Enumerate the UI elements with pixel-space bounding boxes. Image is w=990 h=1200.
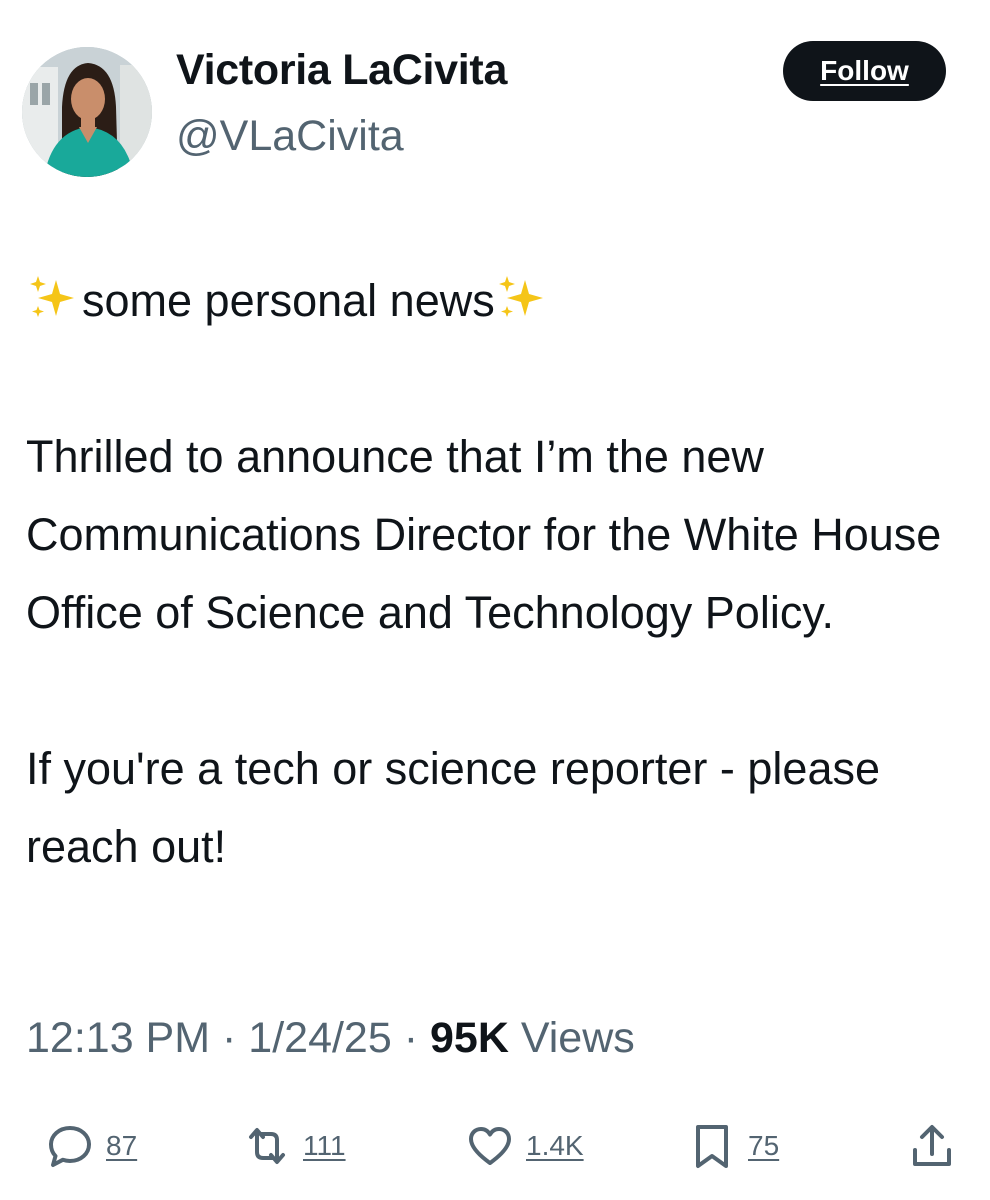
display-name[interactable]: Victoria LaCivita [176, 46, 507, 95]
tweet-headline: some personal news [82, 275, 495, 326]
repost-count[interactable]: 111 [303, 1130, 346, 1162]
tweet-headline-line: some personal news [26, 262, 966, 340]
avatar-photo [22, 47, 152, 177]
tweet-time[interactable]: 12:13 PM [26, 1014, 210, 1062]
sparkles-icon [495, 270, 551, 322]
user-handle[interactable]: @VLaCivita [176, 112, 404, 161]
tweet-date[interactable]: 1/24/25 [248, 1014, 391, 1062]
bookmark-count[interactable]: 75 [748, 1130, 779, 1162]
sparkles-icon [26, 270, 82, 322]
share-button[interactable] [908, 1118, 956, 1174]
share-icon [908, 1122, 956, 1170]
reply-count[interactable]: 87 [106, 1130, 137, 1162]
tweet-meta: 12:13 PM · 1/24/25 · 95K Views [26, 1014, 635, 1063]
reply-button[interactable]: 87 [46, 1118, 137, 1174]
action-bar: 87 111 1.4K 75 [0, 1118, 990, 1178]
follow-button[interactable]: Follow [783, 41, 946, 101]
repost-icon [243, 1122, 291, 1170]
repost-button[interactable]: 111 [243, 1118, 346, 1174]
heart-icon [466, 1122, 514, 1170]
reply-icon [46, 1122, 94, 1170]
avatar[interactable] [22, 47, 152, 177]
tweet-text: some personal news Thrilled to announce … [26, 262, 966, 886]
tweet-paragraph: Thrilled to announce that I’m the new Co… [26, 431, 942, 638]
views-label: Views [520, 1014, 635, 1062]
meta-separator: · [403, 1014, 419, 1062]
views-count: 95K [430, 1014, 509, 1062]
like-button[interactable]: 1.4K [466, 1118, 584, 1174]
meta-separator: · [222, 1014, 237, 1062]
like-count[interactable]: 1.4K [526, 1130, 584, 1162]
bookmark-button[interactable]: 75 [688, 1118, 779, 1174]
tweet-paragraph: If you're a tech or science reporter - p… [26, 743, 881, 872]
bookmark-icon [688, 1122, 736, 1170]
